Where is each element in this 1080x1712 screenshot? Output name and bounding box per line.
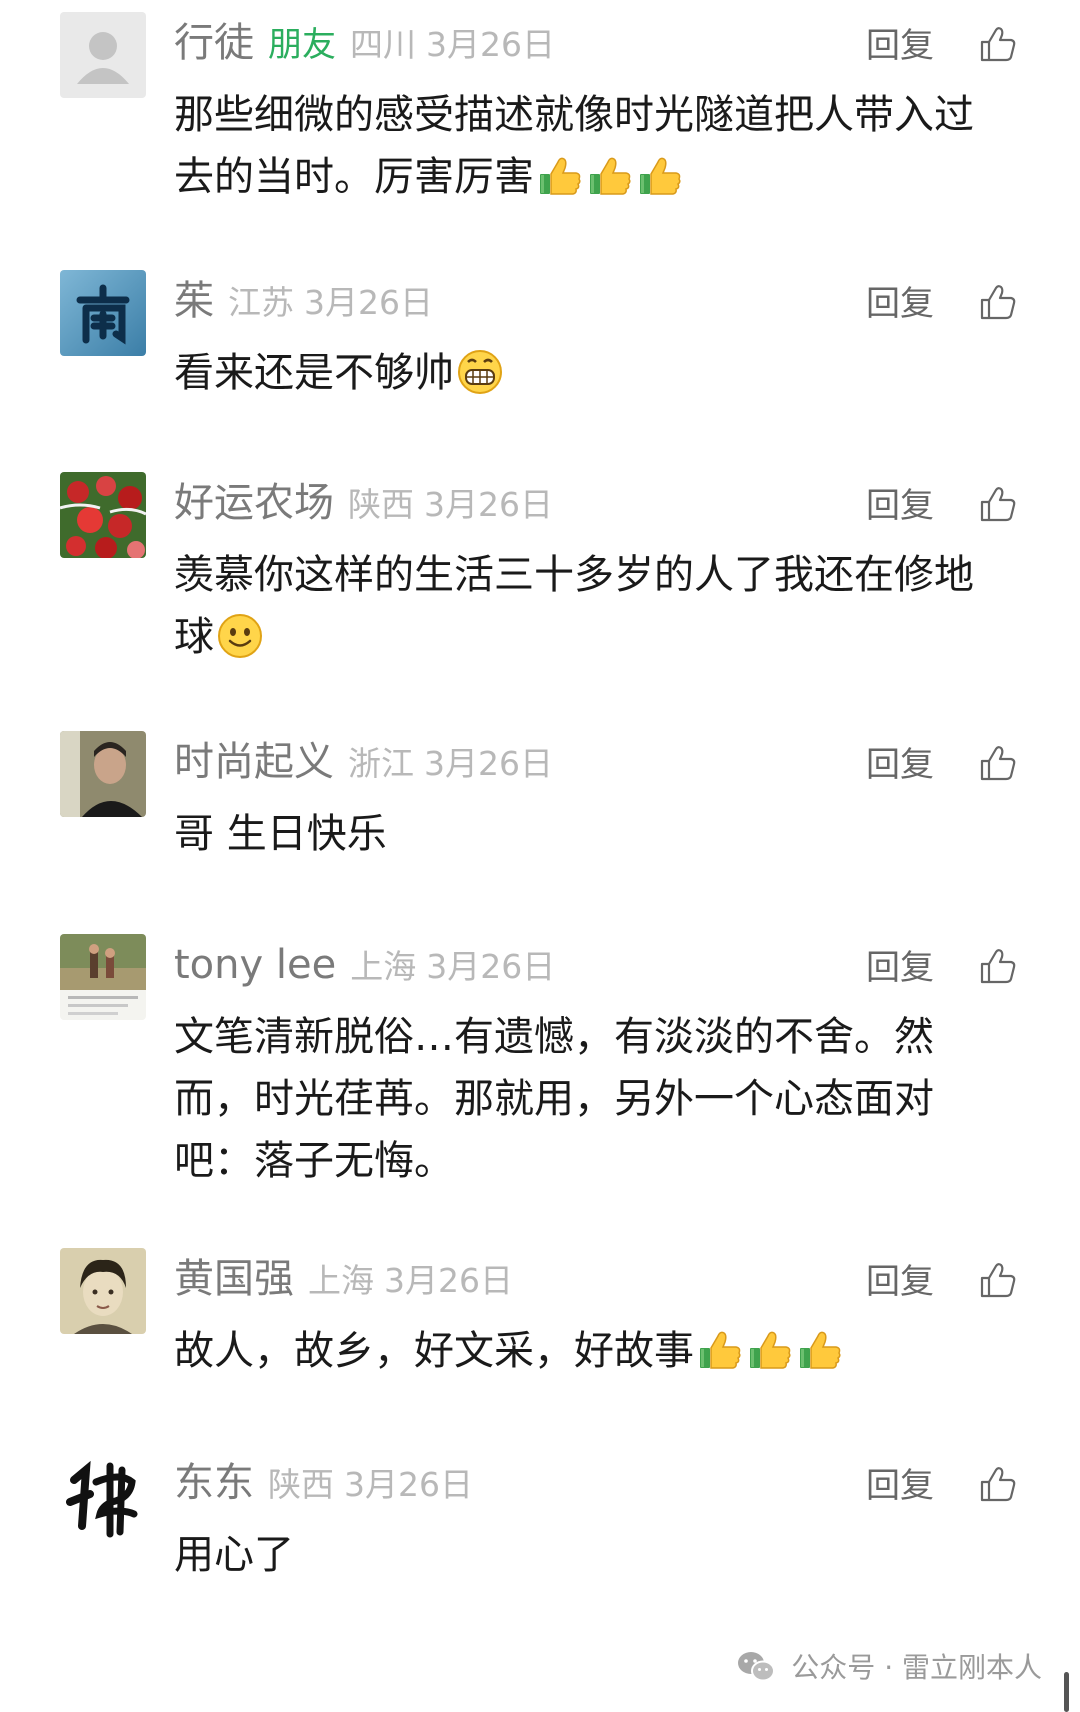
like-thumb-icon[interactable] xyxy=(978,24,1018,64)
comment-date: 3月26日 xyxy=(426,25,555,64)
comment-nickname[interactable]: 时尚起义 xyxy=(174,739,334,785)
comment-nickname[interactable]: 好运农场 xyxy=(174,480,334,526)
default-user-icon[interactable] xyxy=(60,12,146,98)
comment-text: 那些细微的感受描述就像时光隧道把人带入过去的当时。厉害厉害 xyxy=(174,84,1004,208)
friend-tag: 朋友 xyxy=(268,25,336,65)
watermark-text: 公众号 · 雷立刚本人 xyxy=(791,1651,1042,1684)
comment-date: 3月26日 xyxy=(424,744,553,783)
comment-region: 陕西 xyxy=(268,1465,334,1504)
comment-meta: 黄国强 上海 3月26日 xyxy=(174,1254,513,1304)
grin-emoji-icon xyxy=(456,348,504,396)
comment-region: 上海 xyxy=(350,947,417,986)
comment-text-body: 故人，故乡，好文采，好故事 xyxy=(174,1328,694,1374)
reply-button[interactable]: 回复 xyxy=(866,948,934,988)
comment-text: 用心了 xyxy=(174,1524,1004,1586)
comment-text-body: 看来还是不够帅 xyxy=(174,350,454,396)
like-thumb-icon[interactable] xyxy=(978,1260,1018,1300)
reply-button[interactable]: 回复 xyxy=(866,745,934,785)
like-thumb-icon[interactable] xyxy=(978,946,1018,986)
comment-text: 哥 生日快乐 xyxy=(174,803,1004,865)
comment-nickname[interactable]: 茱 xyxy=(174,278,214,324)
comment-date: 3月26日 xyxy=(426,947,556,986)
comment-text-body: 文笔清新脱俗…有遗憾，有淡淡的不舍。然而，时光荏苒。那就用，另外一个心态面对吧：… xyxy=(174,1014,934,1184)
like-thumb-icon[interactable] xyxy=(978,282,1018,322)
reply-button[interactable]: 回复 xyxy=(866,1466,934,1506)
comment-nickname[interactable]: 东东 xyxy=(174,1460,254,1506)
reply-button[interactable]: 回复 xyxy=(866,284,934,324)
like-thumb-icon[interactable] xyxy=(978,484,1018,524)
watermark: 公众号 · 雷立刚本人 xyxy=(736,1648,1042,1688)
thumbs-up-emoji-icon xyxy=(536,152,584,200)
comment-text: 文笔清新脱俗…有遗憾，有淡淡的不舍。然而，时光荏苒。那就用，另外一个心态面对吧：… xyxy=(174,1006,1004,1192)
comment-meta: 茱江苏 3月26日 xyxy=(174,276,433,326)
comment-region: 四川 xyxy=(350,25,416,64)
comment-meta: 时尚起义 浙江 3月26日 xyxy=(174,737,553,787)
comment-text-body: 羡慕你这样的生活三十多岁的人了我还在修地球 xyxy=(174,552,974,660)
reply-button[interactable]: 回复 xyxy=(866,486,934,526)
comment-date: 3月26日 xyxy=(344,1465,473,1504)
comment-nickname[interactable]: tony lee xyxy=(174,942,336,988)
comment-text: 看来还是不够帅 xyxy=(174,342,1004,404)
fo-calligraphy-avatar[interactable] xyxy=(60,1452,146,1538)
comment-nickname[interactable]: 黄国强 xyxy=(174,1256,294,1302)
apples-avatar[interactable] xyxy=(60,472,146,558)
comment-date: 3月26日 xyxy=(384,1261,513,1300)
comment-text-body: 哥 生日快乐 xyxy=(174,811,387,857)
thumbs-up-emoji-icon xyxy=(636,152,684,200)
comment-text: 故人，故乡，好文采，好故事 xyxy=(174,1320,1004,1382)
smile-emoji-icon xyxy=(216,612,264,660)
portrait-photo-avatar[interactable] xyxy=(60,1248,146,1334)
comment-region: 江苏 xyxy=(228,283,294,322)
comment-region: 浙江 xyxy=(348,744,414,783)
comment-date: 3月26日 xyxy=(424,485,553,524)
comment-text-body: 用心了 xyxy=(174,1532,294,1578)
comment-meta: 行徒 朋友 四川 3月26日 xyxy=(174,18,555,68)
thumbs-up-emoji-icon xyxy=(696,1326,744,1374)
thumbs-up-emoji-icon xyxy=(746,1326,794,1374)
comment-nickname[interactable]: 行徒 xyxy=(174,20,254,66)
thumbs-up-emoji-icon xyxy=(796,1326,844,1374)
comment-meta: tony lee 上海 3月26日 xyxy=(174,940,555,990)
reply-button[interactable]: 回复 xyxy=(866,26,934,66)
thumbs-up-emoji-icon xyxy=(586,152,634,200)
person-photo-avatar[interactable] xyxy=(60,731,146,817)
comment-region: 上海 xyxy=(308,1261,374,1300)
like-thumb-icon[interactable] xyxy=(978,743,1018,783)
reply-button[interactable]: 回复 xyxy=(866,1262,934,1302)
comment-meta: 好运农场 陕西 3月26日 xyxy=(174,478,553,528)
comment-meta: 东东 陕西 3月26日 xyxy=(174,1458,473,1508)
wechat-icon xyxy=(736,1650,776,1684)
field-photo-avatar[interactable] xyxy=(60,934,146,1020)
comment-region: 陕西 xyxy=(348,485,414,524)
scrollbar[interactable] xyxy=(1064,1672,1069,1712)
nan-calligraphy-avatar[interactable] xyxy=(60,270,146,356)
comment-text: 羡慕你这样的生活三十多岁的人了我还在修地球 xyxy=(174,544,1004,668)
comment-date: 3月26日 xyxy=(304,283,433,322)
like-thumb-icon[interactable] xyxy=(978,1464,1018,1504)
